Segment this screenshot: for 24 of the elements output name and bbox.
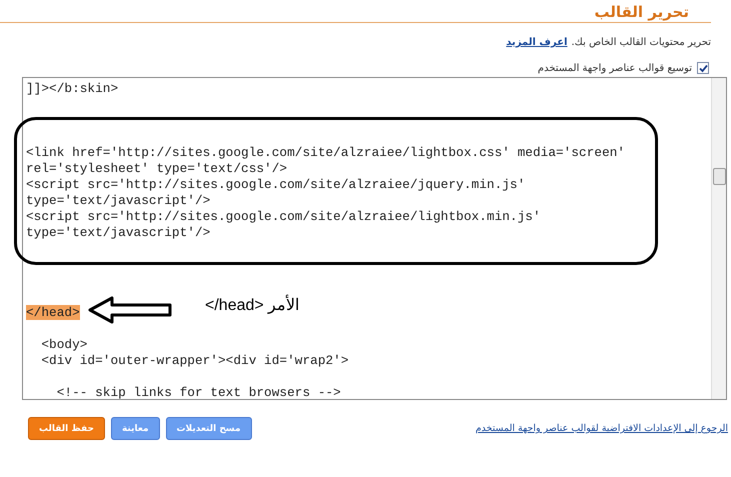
description-text: تحرير محتويات القالب الخاص بك.: [571, 37, 711, 48]
action-button[interactable]: مسح التعديلات: [166, 417, 252, 440]
scrollbar[interactable]: [711, 78, 726, 399]
code-line: <body>: [40, 337, 88, 352]
annotation-text: </head> الأمر: [205, 295, 300, 315]
code-line: <link href='http://sites.google.com/site/alzraiee/lightbox.css' media='screen': [26, 145, 625, 160]
code-line: ]]></b:skin>: [26, 81, 118, 96]
learn-more-link[interactable]: اعرف المزيد: [506, 37, 568, 48]
expand-checkbox[interactable]: [697, 62, 709, 74]
code-line: rel='stylesheet' type='text/css'/>: [26, 161, 288, 176]
page-title: تحرير القالب: [594, 2, 689, 22]
arrow-icon: [88, 296, 172, 324]
code-line: type='text/javascript'/>: [26, 193, 210, 208]
code-line: type='text/javascript'/>: [26, 225, 210, 240]
checkbox-label: توسيع قوالب عناصر واجهة المستخدم: [538, 62, 692, 74]
code-line: <script src='http://sites.google.com/site/alzraiee/jquery.min.js': [26, 177, 526, 192]
reset-defaults-link[interactable]: الرجوع إلى الإعدادات الافتراضية لقوالب عناصر واجهة المستخدم: [475, 423, 728, 434]
code-line: <div id='outer-wrapper'><div id='wrap2'>: [40, 353, 349, 368]
code-line: <script src='http://sites.google.com/site/alzraiee/lightbox.min.js': [26, 209, 541, 224]
action-button[interactable]: معاينة: [110, 417, 160, 440]
code-line: <!-- skip links for text browsers -->: [56, 385, 341, 399]
check-icon: [698, 64, 708, 72]
code-editor[interactable]: [22, 77, 727, 400]
action-button[interactable]: حفظ القالب: [28, 417, 105, 440]
